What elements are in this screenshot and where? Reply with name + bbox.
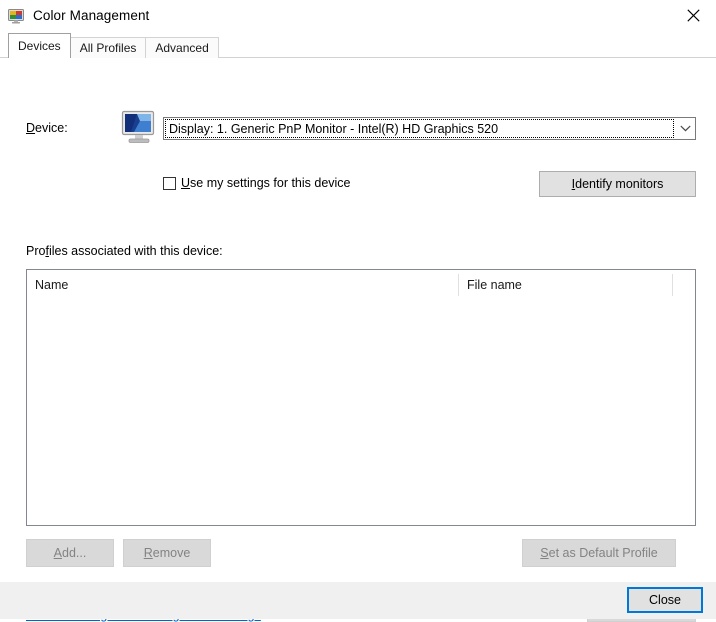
close-icon[interactable] bbox=[670, 0, 716, 31]
tab-devices[interactable]: Devices bbox=[8, 33, 71, 59]
set-as-default-profile-button[interactable]: Set as Default Profile bbox=[522, 539, 676, 567]
column-header-spacer[interactable] bbox=[673, 270, 695, 300]
remove-button-label: Remove bbox=[143, 546, 191, 560]
remove-button[interactable]: Remove bbox=[123, 539, 211, 567]
monitor-icon bbox=[120, 109, 158, 145]
device-label: Device: bbox=[26, 121, 68, 135]
device-combobox-value: Display: 1. Generic PnP Monitor - Intel(… bbox=[165, 119, 674, 138]
set-as-default-profile-label: Set as Default Profile bbox=[540, 546, 658, 560]
list-body-empty[interactable] bbox=[27, 300, 695, 525]
add-button[interactable]: Add... bbox=[26, 539, 114, 567]
color-management-dialog: Color Management Devices All Profiles Ad… bbox=[0, 0, 716, 622]
tab-advanced[interactable]: Advanced bbox=[145, 37, 219, 58]
profiles-section-label: Profiles associated with this device: bbox=[26, 244, 223, 258]
chevron-down-icon[interactable] bbox=[675, 118, 695, 139]
dialog-footer: Close bbox=[0, 582, 716, 619]
checkbox-box[interactable] bbox=[163, 176, 176, 190]
color-monitor-icon bbox=[8, 8, 24, 24]
list-header: Name File name bbox=[27, 270, 695, 300]
tab-advanced-label: Advanced bbox=[155, 41, 209, 55]
tab-all-profiles[interactable]: All Profiles bbox=[69, 37, 147, 58]
column-header-file-name[interactable]: File name bbox=[459, 270, 673, 300]
tab-devices-label: Devices bbox=[18, 39, 61, 53]
add-button-label: Add... bbox=[53, 546, 87, 560]
use-my-settings-checkbox[interactable]: Use my settings for this device bbox=[163, 176, 351, 190]
column-header-name[interactable]: Name bbox=[27, 270, 459, 300]
use-my-settings-label: Use my settings for this device bbox=[181, 176, 351, 190]
profiles-list-view[interactable]: Name File name bbox=[26, 269, 696, 526]
devices-tab-panel: Device: Display: 1. Generic PnP Monitor … bbox=[0, 58, 716, 622]
tab-all-profiles-label: All Profiles bbox=[79, 41, 137, 55]
window-title: Color Management bbox=[33, 8, 150, 23]
device-row: Device: Display: 1. Generic PnP Monitor … bbox=[0, 108, 716, 148]
close-button[interactable]: Close bbox=[627, 587, 703, 613]
tab-strip: Devices All Profiles Advanced bbox=[0, 31, 716, 59]
identify-monitors-button[interactable]: Identify monitors bbox=[539, 171, 696, 197]
title-bar: Color Management bbox=[0, 0, 716, 31]
device-combobox[interactable]: Display: 1. Generic PnP Monitor - Intel(… bbox=[163, 117, 696, 140]
identify-monitors-label: Identify monitors bbox=[571, 177, 664, 191]
